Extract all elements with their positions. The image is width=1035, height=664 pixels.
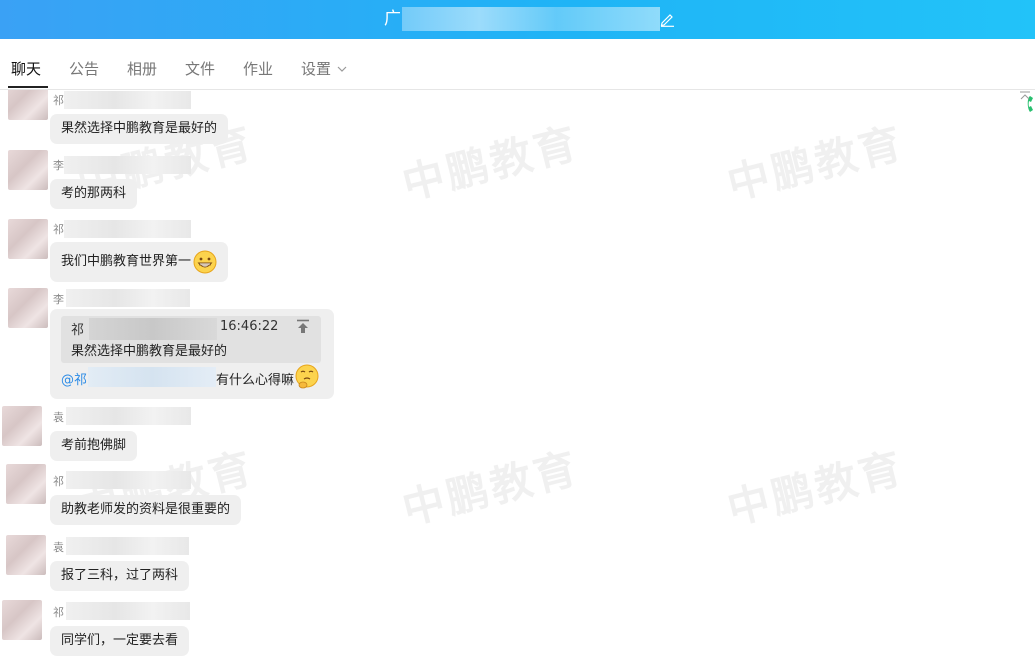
watermark: 中鹏教育 [722, 442, 909, 534]
tab-announcement[interactable]: 公告 [69, 58, 99, 79]
tab-settings[interactable]: 设置 [301, 58, 347, 79]
chat-message-list[interactable]: 中鹏教育 中鹏教育 中鹏教育 中鹏教育 中鹏教育 中鹏教育 祁 果然选择中鹏教育… [0, 90, 1035, 664]
watermark: 中鹏教育 [722, 117, 909, 209]
quoted-sender-redacted [89, 318, 217, 340]
quoted-text: 果然选择中鹏教育是最好的 [71, 344, 228, 359]
sender-name: 李 [53, 159, 64, 172]
message-bubble[interactable]: 我们中鹏教育世界第一 [50, 242, 229, 282]
message-bubble[interactable]: 考前抱佛脚 [50, 431, 138, 461]
avatar[interactable] [8, 150, 48, 190]
avatar[interactable] [6, 464, 46, 504]
avatar[interactable] [2, 406, 42, 446]
reply-message-bubble[interactable]: 祁 16:46:22 果然选择中鹏教育是最好的 @祁 有什么心得嘛 [50, 309, 334, 399]
message-bubble[interactable]: 同学们，一定要去看 [50, 626, 190, 656]
tab-album[interactable]: 相册 [127, 58, 157, 79]
tab-files[interactable]: 文件 [185, 58, 215, 79]
quoted-sender: 祁 [71, 323, 85, 338]
quoted-message[interactable]: 祁 16:46:22 果然选择中鹏教育是最好的 [61, 316, 321, 363]
group-title: 广 [384, 9, 401, 29]
edit-icon[interactable] [659, 11, 675, 27]
sender-name: 祁 [53, 606, 64, 619]
active-tab-indicator [8, 86, 48, 88]
sender-name: 李 [53, 293, 64, 306]
tab-settings-label: 设置 [301, 60, 332, 78]
group-title-redacted [402, 7, 660, 31]
avatar[interactable] [8, 90, 48, 120]
avatar[interactable] [2, 600, 42, 640]
sender-name-redacted [66, 289, 190, 307]
quoted-time: 16:46:22 [220, 319, 279, 334]
sender-name-redacted [66, 537, 189, 555]
sender-name-redacted [64, 220, 191, 238]
message-bubble[interactable]: 助教老师发的资料是很重要的 [50, 495, 242, 525]
sender-name-redacted [66, 602, 190, 620]
collapse-icon[interactable] [1019, 91, 1031, 101]
message-text: 我们中鹏教育世界第一 [61, 254, 192, 269]
sender-name-redacted [64, 91, 191, 109]
message-text: 有什么心得嘛 [216, 373, 295, 388]
watermark: 中鹏教育 [397, 117, 584, 209]
grin-emoji-icon [193, 250, 217, 273]
mention-link[interactable]: @祁 [61, 369, 87, 388]
jump-to-message-icon[interactable] [296, 319, 310, 335]
sender-name-redacted [64, 156, 191, 174]
sender-name-redacted [66, 407, 191, 425]
sender-name: 祁 [53, 94, 64, 107]
sender-name: 祁 [53, 475, 64, 488]
sender-name: 祁 [53, 223, 64, 236]
watermark: 中鹏教育 [397, 442, 584, 534]
sender-name: 袁 [53, 541, 64, 554]
title-bar: 广 [0, 0, 1035, 39]
avatar[interactable] [8, 288, 48, 328]
thinking-emoji-icon [295, 364, 319, 389]
tab-chat[interactable]: 聊天 [11, 58, 41, 79]
avatar[interactable] [8, 219, 48, 259]
message-bubble[interactable]: 果然选择中鹏教育是最好的 [50, 114, 229, 144]
tab-bar: 聊天 公告 相册 文件 作业 设置 [0, 39, 1035, 112]
message-bubble[interactable]: 报了三科，过了两科 [50, 561, 190, 591]
message-bubble[interactable]: 考的那两科 [50, 179, 138, 209]
tab-homework[interactable]: 作业 [243, 58, 273, 79]
sender-name-redacted [66, 471, 191, 489]
avatar[interactable] [6, 535, 46, 575]
chevron-down-icon [337, 66, 347, 72]
sender-name: 袁 [53, 411, 64, 424]
mention-redacted [88, 367, 216, 387]
